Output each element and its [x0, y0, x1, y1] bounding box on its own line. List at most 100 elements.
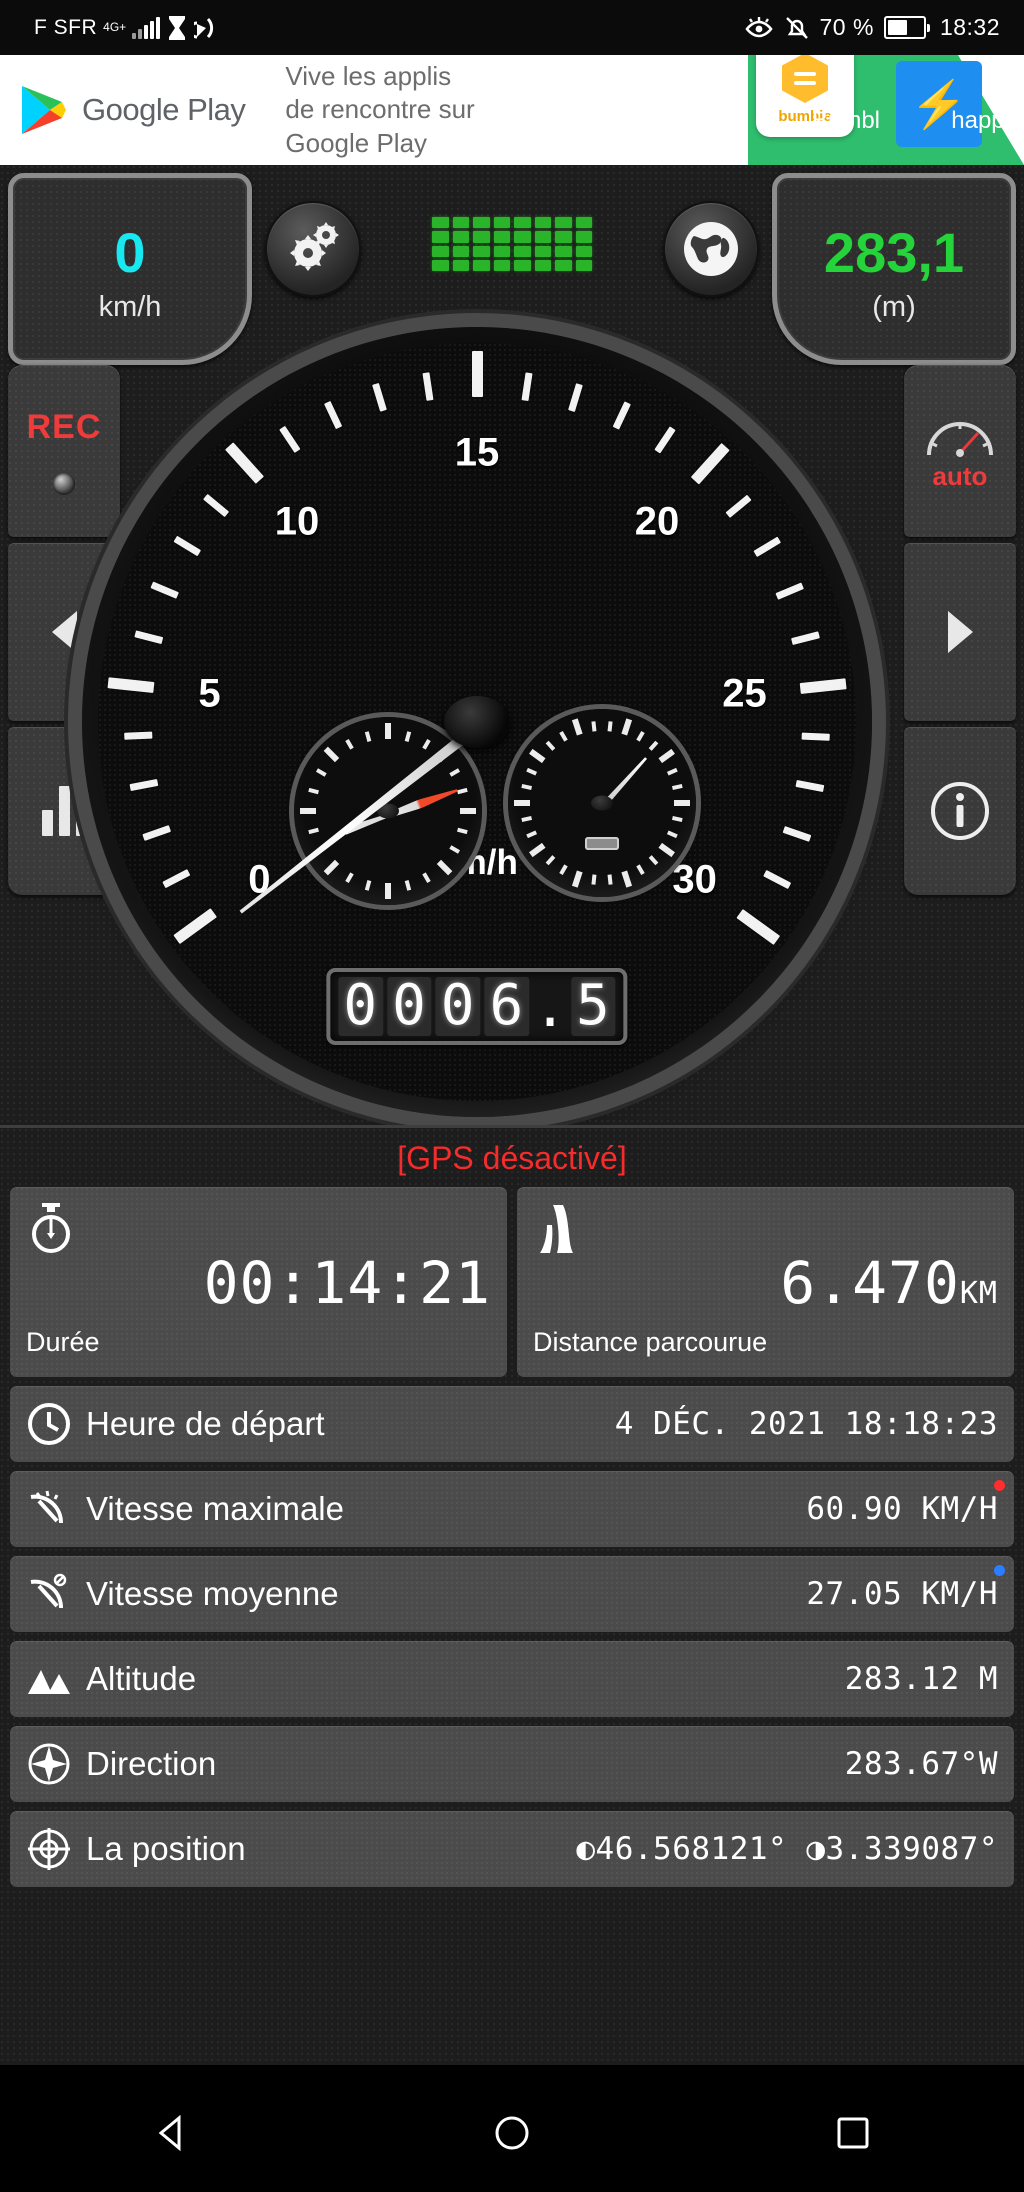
info-button[interactable] — [904, 727, 1016, 895]
google-play-ad-banner[interactable]: Google Play Vive les applis de rencontre… — [0, 55, 1024, 165]
odometer-digit: 0 — [338, 977, 384, 1036]
duration-value: 00:14:21 — [203, 1249, 491, 1317]
speedometer-dial: 0 5 10 15 20 25 30 km/h 0 0 0 6 . 5 — [82, 327, 872, 1117]
distance-card: 6.470KM Distance parcourue — [517, 1187, 1014, 1377]
dial-number-label: 5 — [198, 671, 221, 716]
google-play-logo-icon — [20, 84, 68, 136]
current-speed-display: 0 km/h — [8, 173, 252, 365]
speedometer-hub — [444, 696, 510, 748]
row-label: Vitesse maximale — [86, 1490, 344, 1527]
network-type-label: 4G+ — [103, 20, 127, 34]
crosshair-icon — [26, 1827, 72, 1871]
dial-number-label: 25 — [722, 671, 767, 716]
happn-label: happn — [951, 107, 1018, 134]
avg-speed-badge — [994, 1565, 1005, 1576]
odometer-digit: 0 — [435, 977, 481, 1036]
odometer-digit: 0 — [387, 977, 432, 1036]
row-direction[interactable]: Direction 283.67°W — [10, 1726, 1014, 1802]
globe-map-button[interactable] — [663, 201, 759, 297]
dial-number-label: 15 — [454, 430, 500, 475]
clock-icon — [26, 1402, 72, 1446]
battery-percent-label: 70 % — [819, 14, 874, 40]
row-value: 283.12 M — [844, 1661, 998, 1697]
rec-button[interactable]: REC — [8, 365, 120, 537]
distance-value: 6.470KM — [533, 1249, 998, 1317]
bar-chart-icon — [41, 786, 87, 836]
status-bar-right: 70 % 18:32 — [744, 14, 1001, 41]
max-speed-badge — [994, 1480, 1005, 1491]
duration-card: 00:14:21 Durée — [10, 1187, 507, 1377]
dial-number-label: 10 — [274, 499, 320, 544]
distance-unit: KM — [959, 1276, 998, 1311]
dial-number-label: 20 — [634, 499, 680, 544]
sub-gauge-right-indicator — [585, 836, 619, 850]
speed-avg-icon — [26, 1572, 72, 1616]
phone-screen: F SFR 4G+ 70 % 18:32 Google Play Vive le… — [0, 0, 1024, 2192]
row-value: 283.67°W — [844, 1746, 998, 1782]
dial-number-label: 30 — [672, 857, 717, 902]
chevron-right-icon — [947, 611, 973, 653]
chevron-left-icon — [51, 611, 77, 653]
speed-max-icon — [26, 1487, 72, 1531]
altitude-unit: (m) — [872, 291, 916, 323]
carrier-label: F SFR — [34, 15, 98, 39]
ad-copy-text: Vive les applis de rencontre sur Google … — [285, 60, 475, 158]
status-bar-left: F SFR 4G+ — [34, 15, 220, 41]
google-play-brand-label: Google Play — [82, 92, 246, 127]
road-icon — [535, 1203, 583, 1260]
distance-number: 6.470 — [780, 1249, 960, 1317]
stopwatch-icon — [28, 1203, 74, 1260]
duration-caption: Durée — [26, 1327, 100, 1357]
cast-icon — [194, 17, 214, 38]
mountain-icon — [26, 1662, 72, 1696]
row-label: Direction — [86, 1745, 217, 1782]
dial-face: 0 5 10 15 20 25 30 km/h 0 0 0 6 . 5 — [98, 343, 856, 1101]
android-nav-bar — [0, 2074, 1024, 2192]
signal-bars-icon — [132, 16, 161, 39]
current-speed-value: 0 — [114, 221, 146, 284]
row-value: 4 DÉC. 2021 18:18:23 — [614, 1406, 998, 1442]
row-label: Heure de départ — [86, 1405, 325, 1442]
row-label: La position — [86, 1830, 246, 1867]
row-label: Vitesse moyenne — [86, 1575, 339, 1612]
sub-gauge-right-hub — [591, 795, 613, 811]
row-altitude[interactable]: Altitude 283.12 M — [10, 1641, 1014, 1717]
gps-status-label: [GPS désactivé] — [397, 1140, 627, 1176]
sub-gauge-right — [508, 709, 696, 897]
gps-signal-led-bar — [432, 217, 592, 271]
odometer-digit: 5 — [570, 977, 616, 1036]
globe-icon — [684, 222, 738, 276]
summary-cards: 00:14:21 Durée 6.470KM Distance parcouru… — [10, 1187, 1014, 1377]
odometer-decimal-point: . — [533, 975, 567, 1041]
ad-tile-bumble[interactable]: bumble Bumbl — [748, 55, 886, 165]
rec-indicator-led-icon — [53, 472, 75, 495]
speedometer-panel: 0 km/h 283,1 (m) REC auto 0 5 10 15 20 2… — [0, 165, 1024, 1125]
bumble-hex-icon — [782, 55, 828, 103]
bell-off-icon — [785, 16, 808, 39]
odometer-display: 0 0 0 6 . 5 — [326, 968, 628, 1045]
info-icon — [931, 782, 989, 840]
auto-label: auto — [932, 460, 988, 491]
row-value: 27.05 KM/H — [806, 1576, 998, 1612]
next-arrow-button[interactable] — [904, 543, 1016, 721]
row-value: ◐46.568121° ◑3.339087° — [576, 1831, 998, 1867]
row-max-speed[interactable]: Vitesse maximale 60.90 KM/H — [10, 1471, 1014, 1547]
altitude-value: 283,1 — [823, 221, 965, 284]
recents-button[interactable] — [828, 2108, 878, 2158]
row-start-time[interactable]: Heure de départ 4 DÉC. 2021 18:18:23 — [10, 1386, 1014, 1462]
compass-icon — [26, 1742, 72, 1786]
row-value: 60.90 KM/H — [806, 1491, 998, 1527]
ad-tile-happn[interactable]: ⚡ happn — [886, 55, 1024, 165]
row-position[interactable]: La position ◐46.568121° ◑3.339087° — [10, 1811, 1014, 1887]
auto-gauge-icon — [927, 421, 993, 457]
settings-gear-button[interactable] — [265, 201, 361, 297]
hourglass-icon — [169, 15, 186, 40]
home-button[interactable] — [487, 2108, 537, 2158]
rec-label: REC — [26, 407, 102, 446]
row-avg-speed[interactable]: Vitesse moyenne 27.05 KM/H — [10, 1556, 1014, 1632]
altitude-display: 283,1 (m) — [772, 173, 1016, 365]
back-button[interactable] — [146, 2108, 196, 2158]
ad-app-tiles[interactable]: bumble Bumbl ⚡ happn — [748, 55, 1024, 165]
auto-button[interactable]: auto — [904, 365, 1016, 537]
bumble-label: Bumbl — [811, 107, 880, 134]
